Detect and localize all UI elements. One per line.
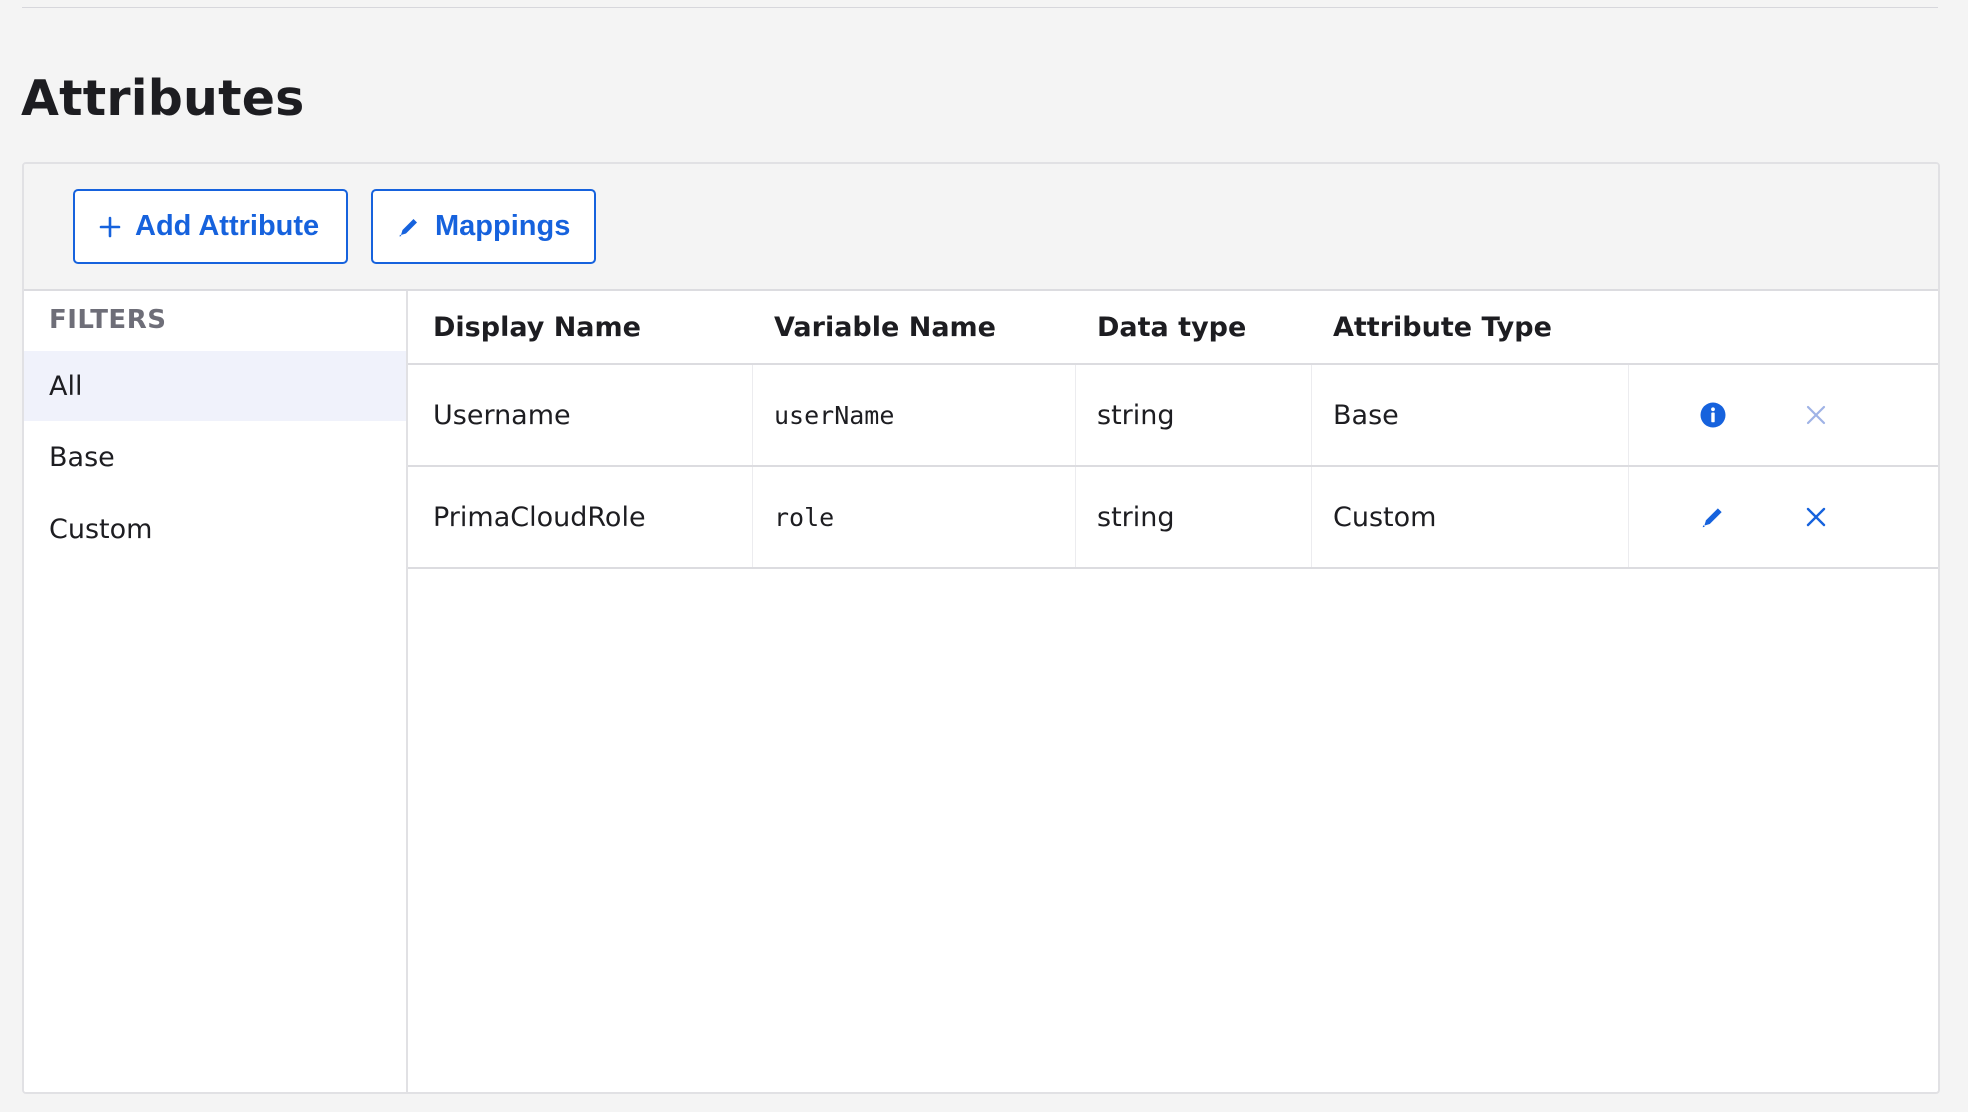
- column-header-data-type: Data type: [1097, 311, 1247, 343]
- add-attribute-button[interactable]: Add Attribute: [73, 189, 348, 264]
- column-divider: [1628, 467, 1629, 567]
- column-divider: [752, 467, 753, 567]
- plus-icon: [99, 216, 121, 238]
- toolbar: Add Attribute Mappings: [24, 164, 1938, 291]
- column-divider: [1075, 467, 1076, 567]
- column-header-attribute-type: Attribute Type: [1333, 311, 1552, 343]
- column-divider: [1075, 365, 1076, 465]
- top-divider: [22, 7, 1938, 8]
- table-header: Display Name Variable Name Data type Att…: [408, 291, 1938, 365]
- edit-icon[interactable]: [1693, 467, 1733, 567]
- cell-data-type: string: [1097, 399, 1175, 431]
- mappings-label: Mappings: [435, 210, 571, 242]
- pencil-icon: [397, 215, 421, 239]
- filter-item-base[interactable]: Base: [24, 422, 406, 492]
- column-divider: [752, 365, 753, 465]
- remove-icon[interactable]: [1796, 467, 1836, 567]
- column-divider: [1628, 365, 1629, 465]
- cell-variable-name: userName: [774, 400, 895, 430]
- filter-item-all[interactable]: All: [24, 351, 406, 421]
- page-title: Attributes: [21, 70, 305, 127]
- column-divider: [1311, 365, 1312, 465]
- filter-item-label: Custom: [49, 513, 153, 545]
- table-row: PrimaCloudRole role string Custom: [408, 467, 1938, 569]
- column-header-variable-name: Variable Name: [774, 311, 996, 343]
- filter-item-custom[interactable]: Custom: [24, 494, 406, 564]
- filters-sidebar: FILTERS All Base Custom: [24, 291, 408, 1092]
- remove-icon[interactable]: [1796, 365, 1836, 465]
- cell-attribute-type: Base: [1333, 399, 1399, 431]
- filter-item-label: Base: [49, 441, 115, 473]
- cell-display-name: PrimaCloudRole: [433, 501, 646, 533]
- cell-variable-name: role: [774, 502, 835, 532]
- column-header-display-name: Display Name: [433, 311, 641, 343]
- cell-display-name: Username: [433, 399, 571, 431]
- table-row: Username userName string Base: [408, 365, 1938, 467]
- cell-data-type: string: [1097, 501, 1175, 533]
- add-attribute-label: Add Attribute: [135, 210, 320, 242]
- mappings-button[interactable]: Mappings: [371, 189, 596, 264]
- column-divider: [1311, 467, 1312, 567]
- filter-item-label: All: [49, 370, 83, 402]
- filters-heading: FILTERS: [49, 305, 167, 335]
- attributes-panel: Add Attribute Mappings FILTERS All Base …: [22, 162, 1940, 1094]
- attributes-table: Display Name Variable Name Data type Att…: [408, 291, 1938, 1092]
- cell-attribute-type: Custom: [1333, 501, 1437, 533]
- info-icon[interactable]: [1693, 365, 1733, 465]
